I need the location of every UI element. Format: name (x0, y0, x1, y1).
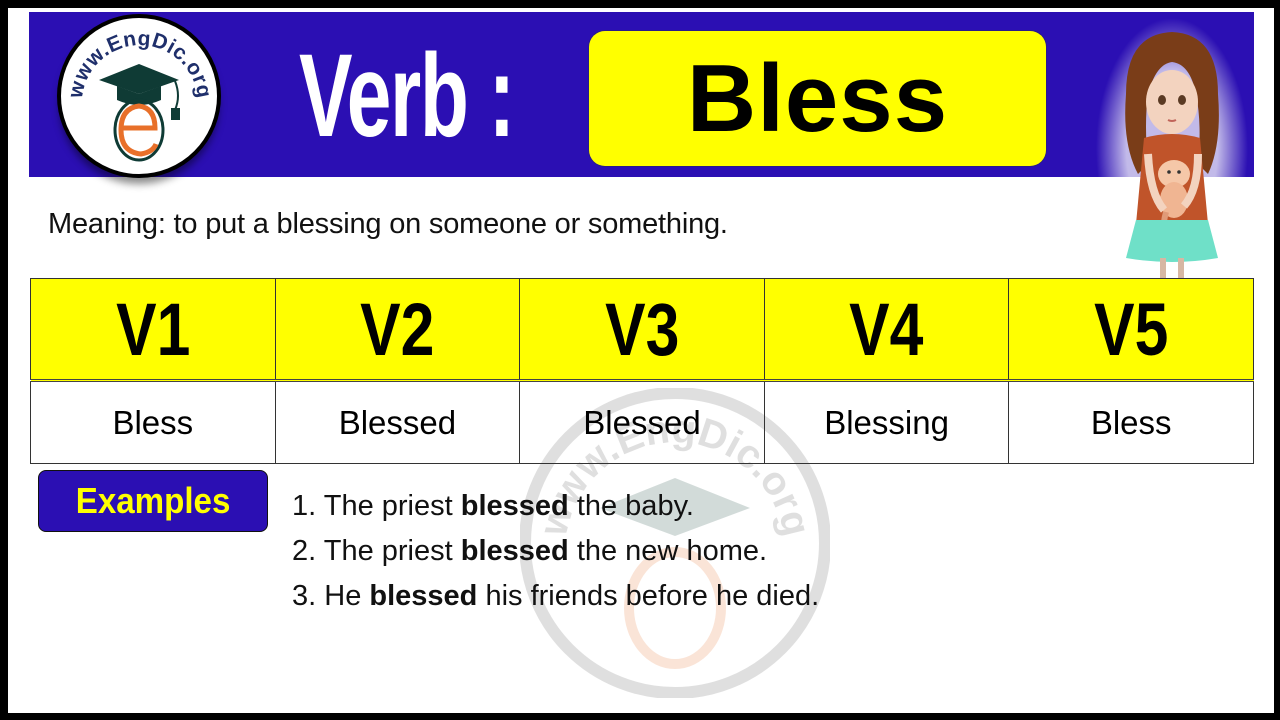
infographic-canvas: www.EngDic.org Verb : Bless Meaning: to … (8, 8, 1274, 713)
meaning-text: Meaning: to put a blessing on someone or… (48, 208, 728, 240)
example-highlight: blessed (460, 490, 569, 522)
cell-v1-value: Bless (30, 380, 276, 464)
header-cell-v5: V5 (1008, 278, 1254, 382)
word-title: Bless (686, 44, 949, 152)
example-highlight: blessed (369, 580, 478, 612)
verb-label: Verb : (299, 30, 515, 162)
cell-v2-value: Blessed (274, 380, 521, 464)
cell-v4-value: Blessing (763, 380, 1010, 464)
table-header-row: V1 V2 V3 V4 V5 (30, 278, 1254, 382)
examples-badge: Examples (38, 470, 268, 532)
table-row: Bless Blessed Blessed Blessing Bless (30, 380, 1254, 464)
example-item: 1. The priest blessed the baby. (292, 490, 694, 522)
example-highlight: blessed (460, 535, 569, 567)
header-cell-v3: V3 (519, 278, 765, 382)
cell-v3-value: Blessed (519, 380, 765, 464)
header-cell-v1: V1 (30, 278, 276, 382)
header-cell-v2: V2 (274, 278, 521, 382)
cell-v5-value: Bless (1008, 380, 1254, 464)
example-item: 3. He blessed his friends before he died… (292, 580, 820, 612)
word-box: Bless (589, 31, 1046, 166)
examples-badge-label: Examples (75, 480, 231, 521)
examples-list: 1. The priest blessed the baby. 2. The p… (292, 484, 819, 619)
girl-with-cat-illustration-icon (1086, 14, 1258, 286)
engdic-logo-icon: www.EngDic.org (57, 14, 221, 178)
example-item: 2. The priest blessed the new home. (292, 535, 768, 567)
header-band: www.EngDic.org Verb : Bless (29, 12, 1254, 178)
verb-forms-table: V1 V2 V3 V4 V5 Bless Blessed Blessed Ble… (30, 278, 1254, 464)
header-cell-v4: V4 (763, 278, 1010, 382)
